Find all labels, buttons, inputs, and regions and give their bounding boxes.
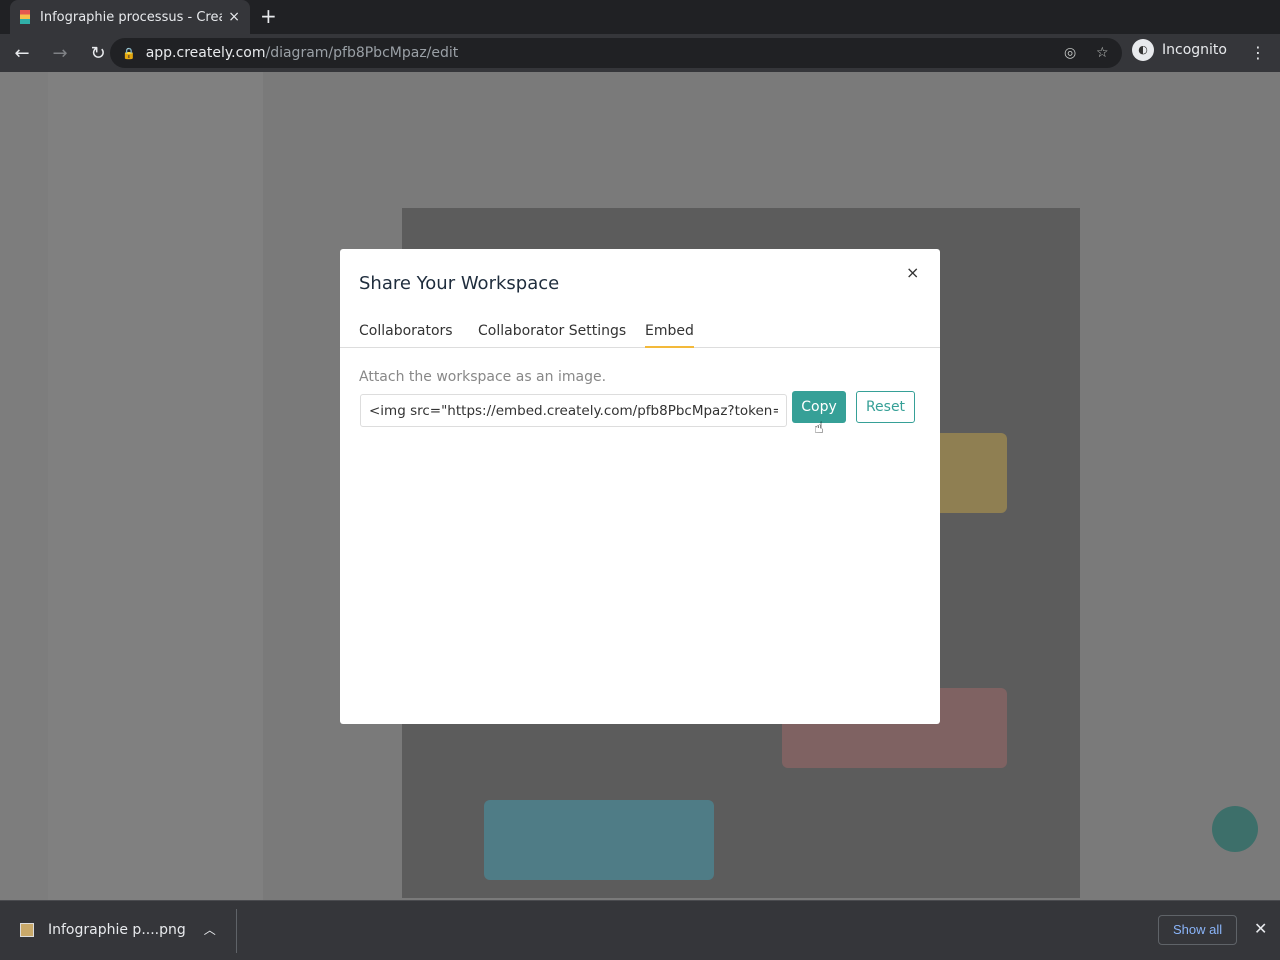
embed-code-input[interactable] (360, 394, 787, 427)
divider (236, 909, 237, 953)
tracking-blocked-icon[interactable]: ◎ (1064, 45, 1076, 61)
dialog-tabs: Collaborators Collaborator Settings Embe… (340, 319, 940, 348)
close-download-bar-icon[interactable]: ✕ (1254, 919, 1267, 938)
image-file-icon (20, 922, 34, 937)
new-tab-button[interactable]: + (260, 4, 277, 28)
url-path: /diagram/pfb8PbcMpaz/edit (265, 45, 459, 61)
tab-collaborators[interactable]: Collaborators (359, 323, 453, 348)
profile-label: Incognito (1162, 42, 1227, 58)
back-icon[interactable]: ← (6, 43, 38, 64)
download-item[interactable]: Infographie p....png ︿ (20, 921, 216, 938)
tab-embed[interactable]: Embed (645, 323, 694, 348)
pointer-cursor-icon: ☝ (814, 418, 824, 437)
star-icon[interactable]: ☆ (1096, 45, 1109, 61)
dialog-title: Share Your Workspace (359, 273, 560, 294)
menu-icon[interactable]: ⋮ (1250, 43, 1266, 62)
address-bar[interactable]: 🔒 app.creately.com/diagram/pfb8PbcMpaz/e… (110, 38, 1122, 68)
embed-hint: Attach the workspace as an image. (359, 369, 607, 385)
close-icon[interactable]: × (906, 263, 919, 282)
browser-tab[interactable]: Infographie processus - Creately × (10, 0, 250, 34)
incognito-icon: ◐ (1132, 39, 1154, 61)
incognito-indicator[interactable]: ◐ Incognito (1132, 39, 1227, 61)
reset-button[interactable]: Reset (856, 391, 915, 423)
download-bar: Infographie p....png ︿ Show all ✕ (0, 900, 1280, 960)
share-dialog: Share Your Workspace × Collaborators Col… (340, 249, 940, 724)
download-filename: Infographie p....png (48, 921, 186, 938)
tab-title: Infographie processus - Creately (40, 9, 222, 25)
creately-favicon (20, 10, 30, 24)
tab-collaborator-settings[interactable]: Collaborator Settings (478, 323, 626, 348)
lock-icon: 🔒 (122, 46, 136, 60)
browser-toolbar: ← → ↻ 🔒 app.creately.com/diagram/pfb8Pbc… (0, 34, 1280, 72)
close-tab-icon[interactable]: × (228, 9, 240, 25)
url-host: app.creately.com (145, 45, 266, 61)
left-rail (0, 72, 48, 900)
shape-panel (48, 72, 263, 900)
browser-tabbar: Infographie processus - Creately × + (0, 0, 1280, 34)
show-all-button[interactable]: Show all (1158, 915, 1238, 945)
forward-icon[interactable]: → (44, 43, 76, 64)
chevron-up-icon[interactable]: ︿ (204, 921, 216, 938)
